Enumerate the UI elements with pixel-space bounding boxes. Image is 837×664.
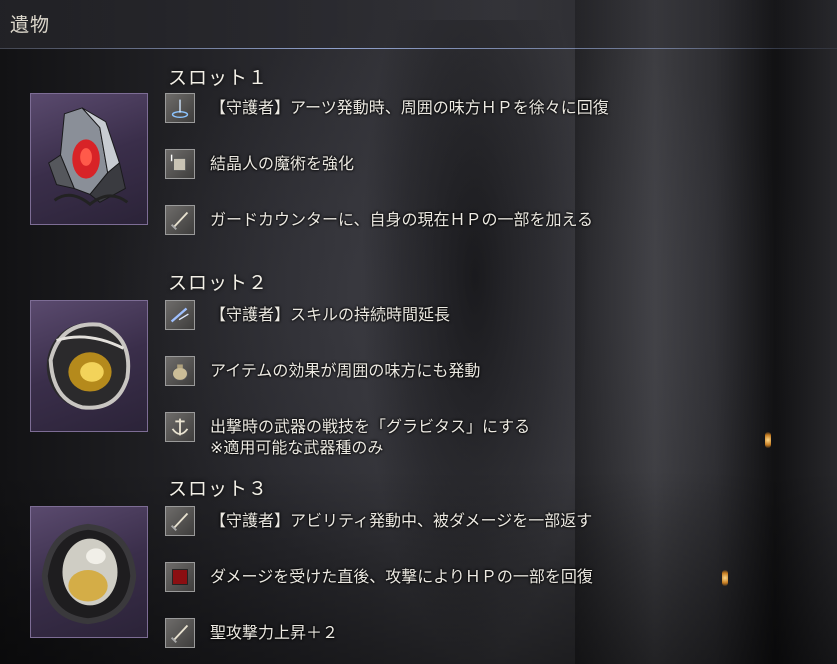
effect-text: 【守護者】アビリティ発動中、被ダメージを一部返す	[210, 511, 593, 530]
guardian-ripple-icon	[165, 93, 195, 123]
anchor-icon	[165, 412, 195, 442]
effect-row[interactable]: アイテムの効果が周囲の味方にも発動	[165, 356, 825, 388]
skill-blade-icon	[165, 300, 195, 330]
crystal-sorcery-icon	[165, 149, 195, 179]
effect-row[interactable]: 出撃時の武器の戦技を「グラビタス」にする ※適用可能な武器種のみ	[165, 412, 825, 460]
effect-text: ガードカウンターに、自身の現在ＨＰの一部を加える	[210, 210, 594, 229]
effect-text: ダメージを受けた直後、攻撃によりＨＰの一部を回復	[210, 567, 593, 586]
item-pouch-icon	[165, 356, 195, 386]
effect-row[interactable]: 【守護者】スキルの持続時間延長	[165, 300, 825, 332]
sword-icon	[165, 205, 195, 235]
effect-row[interactable]: 【守護者】アーツ発動時、周囲の味方ＨＰを徐々に回復	[165, 93, 825, 125]
red-crystal-relic-icon[interactable]	[30, 93, 148, 225]
page-title: 遺物	[10, 14, 51, 36]
effect-row[interactable]: ガードカウンターに、自身の現在ＨＰの一部を加える	[165, 205, 825, 237]
sword-icon	[165, 506, 195, 536]
header-divider	[0, 48, 837, 49]
effect-text: アイテムの効果が周囲の味方にも発動	[210, 361, 481, 380]
effect-text: 出撃時の武器の戦技を「グラビタス」にする ※適用可能な武器種のみ	[210, 417, 531, 457]
effect-text: 【守護者】アーツ発動時、周囲の味方ＨＰを徐々に回復	[210, 98, 609, 117]
effect-row[interactable]: ダメージを受けた直後、攻撃によりＨＰの一部を回復	[165, 562, 825, 594]
effect-note: ※適用可能な武器種のみ	[210, 438, 384, 457]
sword-icon	[165, 618, 195, 648]
yellow-orb-relic-icon[interactable]	[30, 300, 148, 432]
slot-heading: スロット３	[168, 478, 269, 500]
effect-text: 【守護者】スキルの持続時間延長	[210, 305, 451, 324]
effect-row[interactable]: 【守護者】アビリティ発動中、被ダメージを一部返す	[165, 506, 825, 538]
effect-text: 結晶人の魔術を強化	[210, 154, 355, 173]
header-bar: 遺物	[0, 0, 837, 48]
red-square-icon	[165, 562, 195, 592]
effect-row[interactable]: 結晶人の魔術を強化	[165, 149, 825, 181]
slot-heading: スロット１	[168, 67, 269, 89]
pale-orb-relic-icon[interactable]	[30, 506, 148, 638]
slot-heading: スロット２	[168, 272, 269, 294]
effect-text: 聖攻撃力上昇＋２	[210, 623, 339, 642]
effect-row[interactable]: 聖攻撃力上昇＋２	[165, 618, 825, 650]
